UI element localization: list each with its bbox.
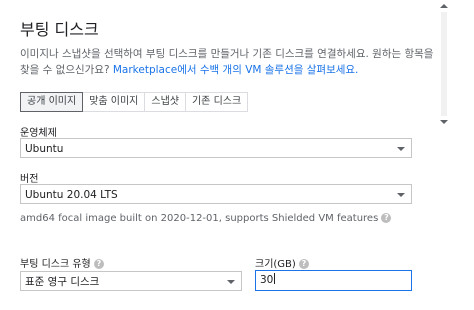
size-label: 크기(GB) ?: [255, 255, 309, 270]
size-input-value: 30: [260, 274, 274, 286]
tab-public-images[interactable]: 공개 이미지: [20, 92, 84, 112]
disk-type-label: 부팅 디스크 유형 ?: [20, 255, 104, 270]
help-icon[interactable]: ?: [93, 259, 104, 269]
tab-snapshots[interactable]: 스냅샷: [145, 92, 186, 112]
scrollbar[interactable]: [437, 0, 451, 132]
version-label: 버전: [20, 174, 39, 185]
os-select-value: Ubuntu: [25, 143, 64, 155]
text-cursor: [274, 273, 276, 284]
source-tabs: 공개 이미지 맞춤 이미지 스냅샷 기존 디스크: [20, 92, 249, 112]
disk-type-select-value: 표준 영구 디스크: [25, 276, 100, 288]
scroll-up-arrow-icon[interactable]: [440, 4, 448, 8]
os-label: 운영체제: [20, 128, 57, 139]
chevron-down-icon: [397, 193, 405, 197]
description: 이미지나 스냅샷을 선택하여 부팅 디스크를 만들거나 기존 디스크를 연결하세…: [20, 46, 445, 78]
version-select[interactable]: Ubuntu 20.04 LTS: [20, 184, 412, 204]
size-input[interactable]: 30: [255, 270, 412, 291]
disk-type-select[interactable]: 표준 영구 디스크: [20, 271, 242, 291]
page-title: 부팅 디스크: [20, 20, 99, 39]
tab-existing-disks[interactable]: 기존 디스크: [185, 92, 249, 112]
chevron-down-icon: [227, 280, 235, 284]
version-select-value: Ubuntu 20.04 LTS: [25, 189, 118, 201]
disk-type-label-text: 부팅 디스크 유형: [20, 259, 91, 270]
chevron-down-icon: [397, 147, 405, 151]
os-select[interactable]: Ubuntu: [20, 138, 412, 158]
size-label-text: 크기(GB): [255, 259, 296, 270]
marketplace-link[interactable]: Marketplace에서 수백 개의 VM 솔루션을 살펴보세요.: [113, 64, 359, 76]
scroll-down-arrow-icon[interactable]: [440, 120, 448, 124]
scrollbar-track[interactable]: [441, 12, 447, 116]
version-note-text: amd64 focal image built on 2020-12-01, s…: [20, 213, 379, 224]
help-icon[interactable]: ?: [381, 213, 392, 223]
version-note: amd64 focal image built on 2020-12-01, s…: [20, 213, 392, 224]
tab-custom-images[interactable]: 맞춤 이미지: [83, 92, 146, 112]
help-icon[interactable]: ?: [299, 259, 309, 269]
